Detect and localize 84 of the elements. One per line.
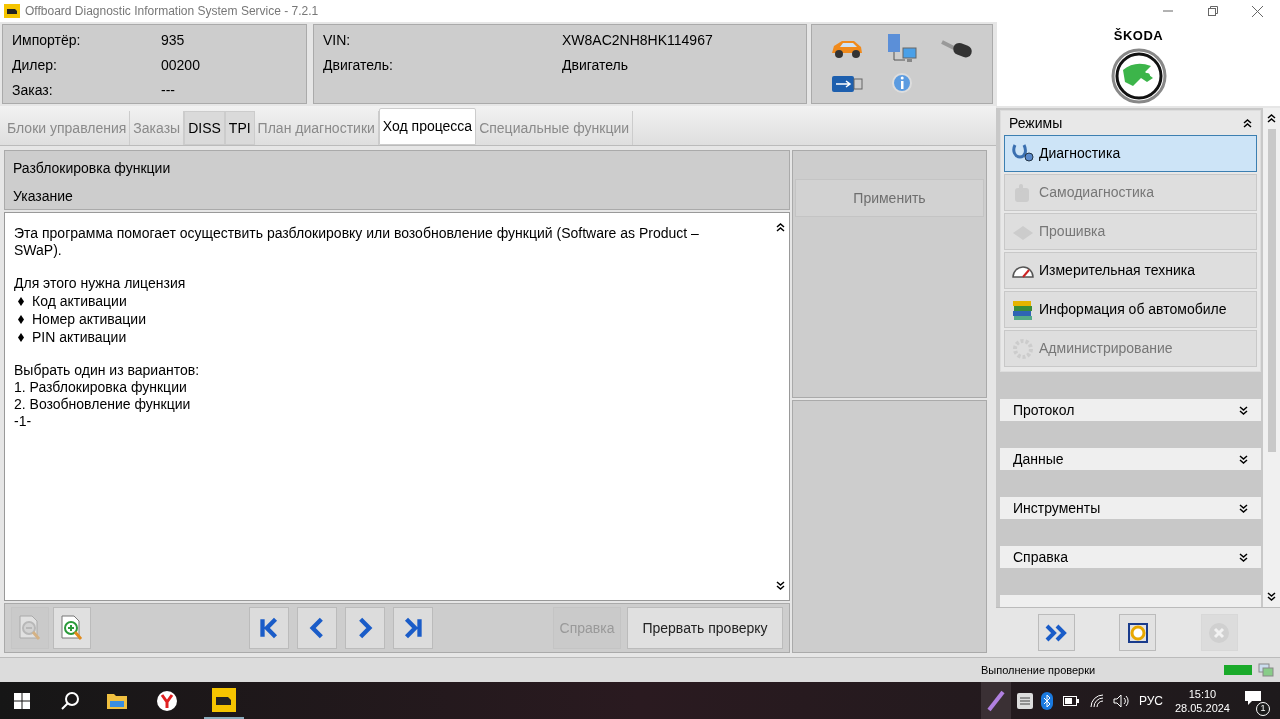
battery-icon[interactable]: [1062, 695, 1079, 706]
field-label: Двигатель:: [323, 56, 394, 75]
instruction-text: 2. Возобновление функции: [14, 396, 192, 413]
previous-button[interactable]: [297, 607, 337, 649]
instruction-text: 1. Разблокировка функции: [14, 379, 188, 396]
abort-button[interactable]: Прервать проверку: [627, 607, 783, 649]
expand-icon[interactable]: [1239, 552, 1248, 562]
fit-button[interactable]: [1119, 614, 1157, 651]
next-button[interactable]: [345, 607, 385, 649]
mode-item[interactable]: Информация об автомобиле: [1004, 291, 1257, 328]
scrollbar-thumb[interactable]: [1267, 129, 1276, 452]
field-value: Двигатель: [562, 56, 629, 75]
stethoscope-icon: [1011, 142, 1035, 165]
expand-icon[interactable]: [1239, 405, 1248, 415]
search-icon[interactable]: [60, 690, 80, 711]
car-icon[interactable]: [830, 38, 865, 60]
bullet-icon: [18, 314, 24, 324]
language-indicator[interactable]: РУС: [1138, 691, 1163, 710]
instruction-text: Для этого нужна лицензия: [14, 275, 187, 292]
field-value: 00200: [161, 56, 200, 75]
section-header[interactable]: Данные: [1000, 448, 1261, 470]
key-icon[interactable]: [939, 38, 974, 60]
first-button[interactable]: [249, 607, 289, 649]
expand-icon[interactable]: [1239, 503, 1248, 513]
instruction-text: Выбрать один из вариантов:: [14, 362, 201, 379]
instruction-text: -1-: [14, 413, 33, 430]
browser-icon[interactable]: [156, 689, 178, 712]
collapse-icon[interactable]: [1267, 114, 1276, 123]
connection-indicator-icon: [1224, 665, 1252, 675]
panel-subtitle: Указание: [13, 187, 74, 206]
cancel-icon: [1207, 620, 1232, 645]
mode-item[interactable]: Диагностика: [1004, 135, 1257, 172]
instruction-text: Эта программа помогает осуществить разблокировку или возобновление функций (Software as Product – SWaP).: [14, 225, 700, 259]
section-header[interactable]: Протокол: [1000, 399, 1261, 421]
settings-icon[interactable]: [1016, 692, 1033, 709]
books-icon: [1011, 298, 1035, 321]
tab[interactable]: DISS: [184, 111, 225, 145]
brand-name: ŠKODA: [1113, 27, 1164, 45]
expand-icon[interactable]: [1239, 454, 1248, 464]
collapse-icon[interactable]: [776, 223, 785, 232]
last-button[interactable]: [393, 607, 433, 649]
notification-icon[interactable]: [1244, 689, 1262, 706]
close-icon: [1252, 5, 1263, 17]
mode-item[interactable]: Измерительная техника: [1004, 252, 1257, 289]
tab[interactable]: TPI: [224, 111, 255, 145]
notification-badge: 1: [1256, 701, 1270, 716]
expand-icon[interactable]: [776, 581, 785, 590]
tab[interactable]: Ход процесса: [378, 108, 477, 145]
zoom-in-icon: [59, 614, 85, 642]
folder-icon[interactable]: [106, 691, 128, 710]
wifi-icon[interactable]: [1088, 693, 1105, 708]
zoom-in-button[interactable]: [53, 607, 91, 649]
usb-icon[interactable]: [831, 74, 864, 94]
info-icon[interactable]: [890, 72, 914, 96]
field-label: Заказ:: [12, 81, 54, 100]
bullet-text: PIN активации: [32, 328, 127, 346]
bullet-text: Номер активации: [32, 310, 146, 328]
restore-icon: [1207, 6, 1218, 16]
collapse-icon[interactable]: [1243, 118, 1252, 128]
section-header[interactable]: Инструменты: [1000, 497, 1261, 519]
modes-header[interactable]: Режимы: [1001, 111, 1260, 135]
field-value: 935: [161, 31, 185, 50]
windows-icon[interactable]: [14, 692, 30, 709]
speaker-icon[interactable]: [1112, 693, 1131, 708]
field-value: ---: [161, 81, 175, 100]
field-label: Импортёр:: [12, 31, 82, 50]
forward-button[interactable]: [1038, 614, 1076, 651]
clock-time[interactable]: 15:10: [1188, 686, 1217, 701]
bullet-text: Код активации: [32, 292, 127, 310]
field-value: XW8AC2NH8HK114967: [562, 31, 713, 50]
network-status-icon: [1258, 663, 1274, 677]
bluetooth-icon[interactable]: [1040, 691, 1053, 710]
expand-icon[interactable]: [1267, 592, 1276, 601]
bullet-icon: [18, 296, 24, 306]
clock-date[interactable]: 28.05.2024: [1174, 700, 1230, 715]
field-label: Дилер:: [12, 56, 58, 75]
field-label: VIN:: [323, 31, 352, 50]
scrollbar[interactable]: [1263, 108, 1280, 607]
zoom-out-icon: [17, 614, 43, 642]
window-title: Offboard Diagnostic Information System Service - 7.2.1: [25, 3, 319, 20]
bullet-icon: [18, 332, 24, 342]
status-text: Выполнение проверки: [981, 662, 1096, 678]
panel-title: Разблокировка функции: [13, 159, 172, 178]
section-header[interactable]: Справка: [1000, 546, 1261, 568]
